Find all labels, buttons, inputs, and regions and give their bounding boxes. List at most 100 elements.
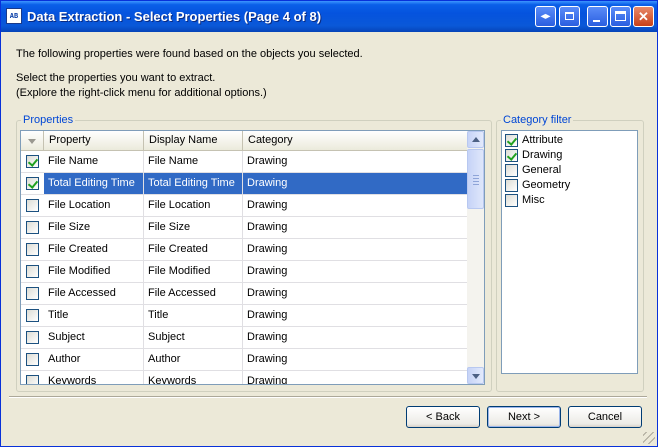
- table-row[interactable]: Total Editing Time Total Editing Time Draw…: [21, 173, 467, 195]
- help-button[interactable]: ◂▸: [535, 6, 556, 27]
- row-checkbox[interactable]: [26, 309, 39, 322]
- sort-triangle-icon: [28, 139, 36, 144]
- row-checkbox[interactable]: [26, 331, 39, 344]
- category-item[interactable]: Drawing: [505, 148, 633, 163]
- category-item[interactable]: Misc: [505, 193, 633, 208]
- title-bar[interactable]: AB Data Extraction - Select Properties (…: [1, 1, 657, 32]
- category-label: Geometry: [522, 179, 571, 191]
- table-row[interactable]: File Size File Size Drawing: [21, 217, 467, 239]
- category-item[interactable]: Geometry: [505, 178, 633, 193]
- cell-category: Drawing: [247, 309, 288, 321]
- row-checkbox[interactable]: [26, 353, 39, 366]
- table-row[interactable]: Subject Subject Drawing: [21, 327, 467, 349]
- row-checkbox[interactable]: [26, 243, 39, 256]
- data-extraction-window: AB Data Extraction - Select Properties (…: [0, 0, 658, 447]
- table-row[interactable]: File Name File Name Drawing: [21, 151, 467, 173]
- category-item[interactable]: Attribute: [505, 133, 633, 148]
- checkmark-icon: [506, 135, 518, 146]
- cell-category: Drawing: [243, 173, 467, 194]
- properties-legend: Properties: [23, 114, 74, 126]
- cell-property: File Location: [44, 195, 144, 216]
- category-checkbox[interactable]: [505, 164, 518, 177]
- table-row[interactable]: File Accessed File Accessed Drawing: [21, 283, 467, 305]
- cell-property: Keywords: [44, 371, 144, 384]
- cell-display-name[interactable]: File Modified: [144, 261, 243, 282]
- cell-display-name[interactable]: File Created: [144, 239, 243, 260]
- cell-display-name[interactable]: Total Editing Time: [144, 173, 243, 194]
- cell-category: Drawing: [247, 155, 288, 167]
- row-checkbox[interactable]: [26, 221, 39, 234]
- cell-display-name[interactable]: File Location: [144, 195, 243, 216]
- header-display-name[interactable]: Display Name: [144, 131, 243, 150]
- arrow-up-icon: [472, 137, 480, 142]
- cell-display-name[interactable]: File Size: [144, 217, 243, 238]
- scroll-up-button[interactable]: [467, 131, 484, 148]
- cell-display-name[interactable]: Title: [144, 305, 243, 326]
- table-row[interactable]: File Location File Location Drawing: [21, 195, 467, 217]
- category-label: Misc: [522, 194, 545, 206]
- row-checkbox-cell: [21, 151, 44, 172]
- table-row[interactable]: File Modified File Modified Drawing: [21, 261, 467, 283]
- row-checkbox[interactable]: [26, 199, 39, 212]
- category-checkbox[interactable]: [505, 194, 518, 207]
- cell-display-name[interactable]: Keywords: [144, 371, 243, 384]
- cell-property: Author: [44, 349, 144, 370]
- footer-divider: [9, 396, 647, 398]
- row-checkbox-cell: [21, 217, 44, 238]
- cancel-button[interactable]: Cancel: [568, 406, 642, 428]
- cell-property: Total Editing Time: [44, 173, 144, 194]
- cell-property: File Size: [44, 217, 144, 238]
- category-checkbox[interactable]: [505, 179, 518, 192]
- cell-property: Subject: [44, 327, 144, 348]
- window-arrow-icon: [565, 12, 574, 20]
- scroll-down-button[interactable]: [467, 367, 484, 384]
- checkmark-icon: [27, 156, 39, 167]
- category-checkbox[interactable]: [505, 134, 518, 147]
- category-label: General: [522, 164, 562, 176]
- table-row[interactable]: Author Author Drawing: [21, 349, 467, 371]
- category-checkbox[interactable]: [505, 149, 518, 162]
- cell-category: Drawing: [247, 199, 288, 211]
- back-button[interactable]: < Back: [406, 406, 480, 428]
- table-row[interactable]: Keywords Keywords Drawing: [21, 371, 467, 385]
- vertical-scrollbar[interactable]: [467, 131, 484, 384]
- header-property[interactable]: Property: [44, 131, 144, 150]
- table-row[interactable]: Title Title Drawing: [21, 305, 467, 327]
- intro-text-hint: (Explore the right-click menu for additi…: [16, 87, 267, 99]
- properties-grid[interactable]: Property Display Name Category File Name…: [20, 130, 485, 385]
- table-row[interactable]: File Created File Created Drawing: [21, 239, 467, 261]
- row-checkbox[interactable]: [26, 287, 39, 300]
- cell-category: Drawing: [247, 265, 288, 277]
- grid-header: Property Display Name Category: [21, 131, 467, 151]
- minimize-button[interactable]: [587, 6, 608, 27]
- row-checkbox[interactable]: [26, 155, 39, 168]
- category-filter-legend: Category filter: [503, 114, 572, 126]
- cell-display-name[interactable]: File Name: [144, 151, 243, 172]
- next-button[interactable]: Next >: [487, 406, 561, 428]
- checkmark-icon: [506, 150, 518, 161]
- row-checkbox[interactable]: [26, 177, 39, 190]
- category-filter-list: Attribute Drawing General Geometry Misc: [501, 130, 638, 374]
- grip-line: [473, 184, 479, 185]
- category-item[interactable]: General: [505, 163, 633, 178]
- header-category[interactable]: Category: [243, 131, 467, 150]
- cell-category: Drawing: [247, 331, 288, 343]
- header-checkbox-column[interactable]: [21, 131, 44, 150]
- row-checkbox-cell: [21, 349, 44, 370]
- cell-category: Drawing: [247, 375, 288, 385]
- cell-display-name[interactable]: Subject: [144, 327, 243, 348]
- cell-category: Drawing: [247, 243, 288, 255]
- row-checkbox[interactable]: [26, 375, 39, 384]
- app-icon: AB: [6, 8, 22, 24]
- cell-display-name[interactable]: Author: [144, 349, 243, 370]
- scroll-thumb[interactable]: [467, 149, 484, 209]
- cell-display-name[interactable]: File Accessed: [144, 283, 243, 304]
- cell-category: Drawing: [247, 353, 288, 365]
- close-button[interactable]: ✕: [633, 6, 654, 27]
- row-checkbox-cell: [21, 327, 44, 348]
- restore-dialog-button[interactable]: [559, 6, 580, 27]
- category-label: Drawing: [522, 149, 563, 161]
- maximize-button[interactable]: [610, 6, 631, 27]
- row-checkbox[interactable]: [26, 265, 39, 278]
- resize-grip-icon[interactable]: [643, 432, 655, 444]
